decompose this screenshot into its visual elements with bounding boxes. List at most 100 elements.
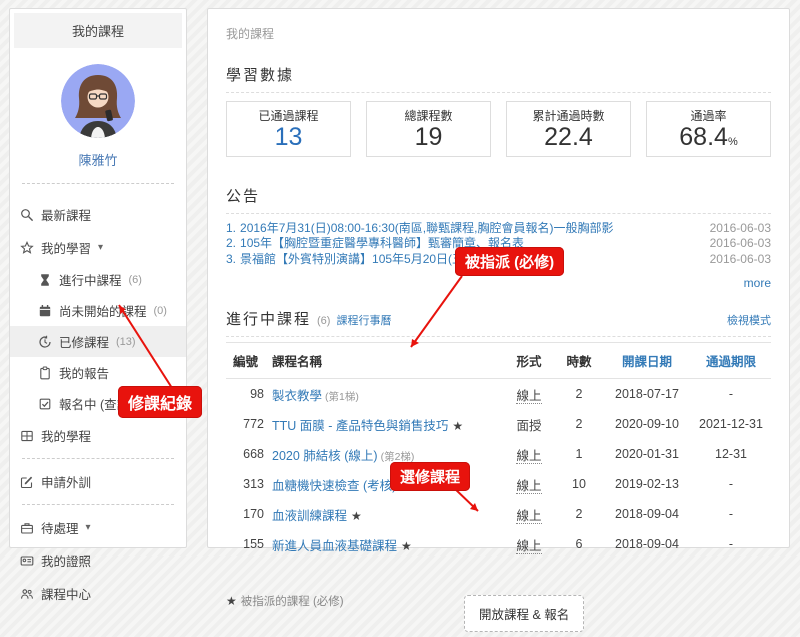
stat-value: 68.4%	[649, 124, 768, 152]
sidebar-item-not-started[interactable]: 尚未開始的課程 (0)	[10, 295, 186, 326]
stat-value: 19	[369, 124, 488, 152]
table-footer: ★被指派的課程 (必修) 開放課程 & 報名	[226, 585, 771, 637]
sidebar-item-external-training[interactable]: 申請外訓	[10, 465, 186, 498]
grid-icon	[20, 429, 34, 443]
stat-label: 總課程數	[369, 107, 488, 124]
announcement-number: 3.	[226, 252, 236, 268]
announcements-title: 公告	[226, 185, 771, 214]
search-icon	[20, 208, 34, 222]
divider	[22, 458, 174, 459]
sidebar-title: 我的課程	[14, 13, 182, 48]
table-row: 772 TTU 面膜 - 產品特色與銷售技巧★ 面授 2 2020-09-10 …	[226, 409, 771, 439]
stat-label: 已通過課程	[229, 107, 348, 124]
menu-label: 我的學習	[41, 238, 91, 257]
course-link[interactable]: TTU 面膜 - 產品特色與銷售技巧★	[268, 409, 503, 439]
table-row: 98 製衣教學(第1梯) 線上 2 2018-07-17 -	[226, 379, 771, 410]
col-start-sort[interactable]: 開課日期	[603, 343, 691, 379]
col-name: 課程名稱	[268, 343, 503, 379]
calendar-icon	[38, 304, 52, 318]
announcement-date: 2016-06-03	[700, 252, 771, 268]
stat-card-passed-hours: 累計通過時數 22.4	[506, 101, 631, 157]
assigned-star-icon: ★	[351, 509, 362, 523]
assigned-courses-legend: ★被指派的課程 (必修)	[226, 593, 344, 609]
sidebar-item-completed-courses[interactable]: 已修課程 (13)	[10, 326, 186, 357]
menu-count: (0)	[154, 305, 167, 317]
courses-title: 進行中課程	[226, 308, 311, 329]
announcement-date: 2016-06-03	[700, 221, 771, 237]
col-hours: 時數	[555, 343, 603, 379]
assigned-star-icon: ★	[401, 539, 412, 553]
people-icon	[20, 587, 34, 601]
clipboard-icon	[38, 366, 52, 380]
chevron-down-icon: ▾	[98, 242, 103, 253]
announcement-link[interactable]: 1. 2016年7月31(日)08:00-16:30(南區,聯甄課程,胸腔會員報…	[226, 221, 771, 237]
menu-label: 已修課程	[59, 332, 109, 351]
sidebar-item-in-progress[interactable]: 進行中課程 (6)	[10, 264, 186, 295]
menu-label: 我的證照	[41, 551, 91, 570]
table-row: 668 2020 肺結核 (線上)(第2梯) 線上 1 2020-01-31 1…	[226, 439, 771, 469]
announcement-number: 2.	[226, 236, 236, 252]
sidebar-item-my-learning[interactable]: 我的學習 ▾	[10, 231, 186, 264]
more-link[interactable]: more	[744, 276, 771, 290]
edit-icon	[20, 475, 34, 489]
menu-count: (6)	[129, 274, 142, 286]
menu-label: 課程中心	[41, 584, 91, 603]
sidebar-item-course-center[interactable]: 課程中心	[10, 577, 186, 610]
course-link[interactable]: 血液訓練課程★	[268, 499, 503, 529]
open-courses-enroll-button[interactable]: 開放課程 & 報名	[464, 595, 584, 632]
history-icon	[38, 335, 52, 349]
annotation-elective-courses: 選修課程	[390, 462, 470, 491]
menu-label: 最新課程	[41, 205, 91, 224]
sidebar-item-latest-courses[interactable]: 最新課程	[10, 198, 186, 231]
avatar	[61, 64, 135, 138]
menu-label: 我的報告	[59, 363, 109, 382]
menu-label: 待處理	[41, 518, 79, 537]
table-row: 313 血糖機快速檢查 (考核)★ 線上 10 2019-02-13 -	[226, 469, 771, 499]
stat-value: 22.4	[509, 124, 628, 152]
stat-value: 13	[229, 124, 348, 152]
stat-card-total-courses: 總課程數 19	[366, 101, 491, 157]
courses-header: 進行中課程 (6) 課程行事曆 檢視模式	[226, 308, 771, 337]
sidebar: 我的課程 陳雅竹	[9, 8, 187, 548]
table-row: 155 新進人員血液基礎課程★ 線上 6 2018-09-04 -	[226, 529, 771, 559]
menu-count: (13)	[116, 336, 136, 348]
stats-section-title: 學習數據	[226, 64, 771, 93]
table-header-row: 編號 課程名稱 形式 時數 開課日期 通過期限	[226, 343, 771, 379]
table-row: 170 血液訓練課程★ 線上 2 2018-09-04 -	[226, 499, 771, 529]
course-batch-label: (第2梯)	[381, 451, 415, 463]
star-icon: ★	[226, 594, 237, 608]
stats-row: 已通過課程 13 總課程數 19 累計通過時數 22.4 通過率 68.4%	[226, 101, 771, 157]
view-mode-link[interactable]: 檢視模式	[727, 312, 771, 328]
col-id: 編號	[226, 343, 268, 379]
stat-label: 通過率	[649, 107, 768, 124]
stat-card-pass-rate: 通過率 68.4%	[646, 101, 771, 157]
sidebar-item-my-programs[interactable]: 我的學程	[10, 419, 186, 452]
course-calendar-link[interactable]: 課程行事曆	[336, 312, 391, 328]
user-name-link[interactable]: 陳雅竹	[10, 150, 186, 169]
sidebar-item-my-certificates[interactable]: 我的證照	[10, 544, 186, 577]
course-link[interactable]: 製衣教學(第1梯)	[268, 379, 503, 410]
sidebar-item-pending[interactable]: 待處理 ▾	[10, 511, 186, 544]
main-panel: 我的課程 學習數據 已通過課程 13 總課程數 19 累計通過時數 22.4 通…	[207, 8, 790, 548]
briefcase-icon	[20, 521, 34, 535]
col-deadline-sort[interactable]: 通過期限	[691, 343, 771, 379]
star-icon	[20, 241, 34, 255]
annotation-course-record: 修課紀錄	[118, 386, 202, 418]
stat-card-passed-courses: 已通過課程 13	[226, 101, 351, 157]
hourglass-icon	[38, 273, 52, 287]
announcement-date: 2016-06-03	[700, 236, 771, 252]
announcement-number: 1.	[226, 221, 236, 237]
sidebar-item-my-reports[interactable]: 我的報告	[10, 357, 186, 388]
checkbox-icon	[38, 397, 52, 411]
chevron-down-icon: ▾	[86, 522, 91, 533]
divider	[22, 504, 174, 505]
menu-label: 尚未開始的課程	[59, 301, 147, 320]
course-link[interactable]: 新進人員血液基礎課程★	[268, 529, 503, 559]
percent-suffix: %	[728, 136, 738, 148]
assigned-star-icon: ★	[452, 419, 463, 433]
col-type: 形式	[503, 343, 555, 379]
annotation-assigned-required: 被指派 (必修)	[455, 247, 564, 276]
stat-label: 累計通過時數	[509, 107, 628, 124]
courses-count: (6)	[317, 315, 330, 327]
menu-label: 進行中課程	[59, 270, 122, 289]
